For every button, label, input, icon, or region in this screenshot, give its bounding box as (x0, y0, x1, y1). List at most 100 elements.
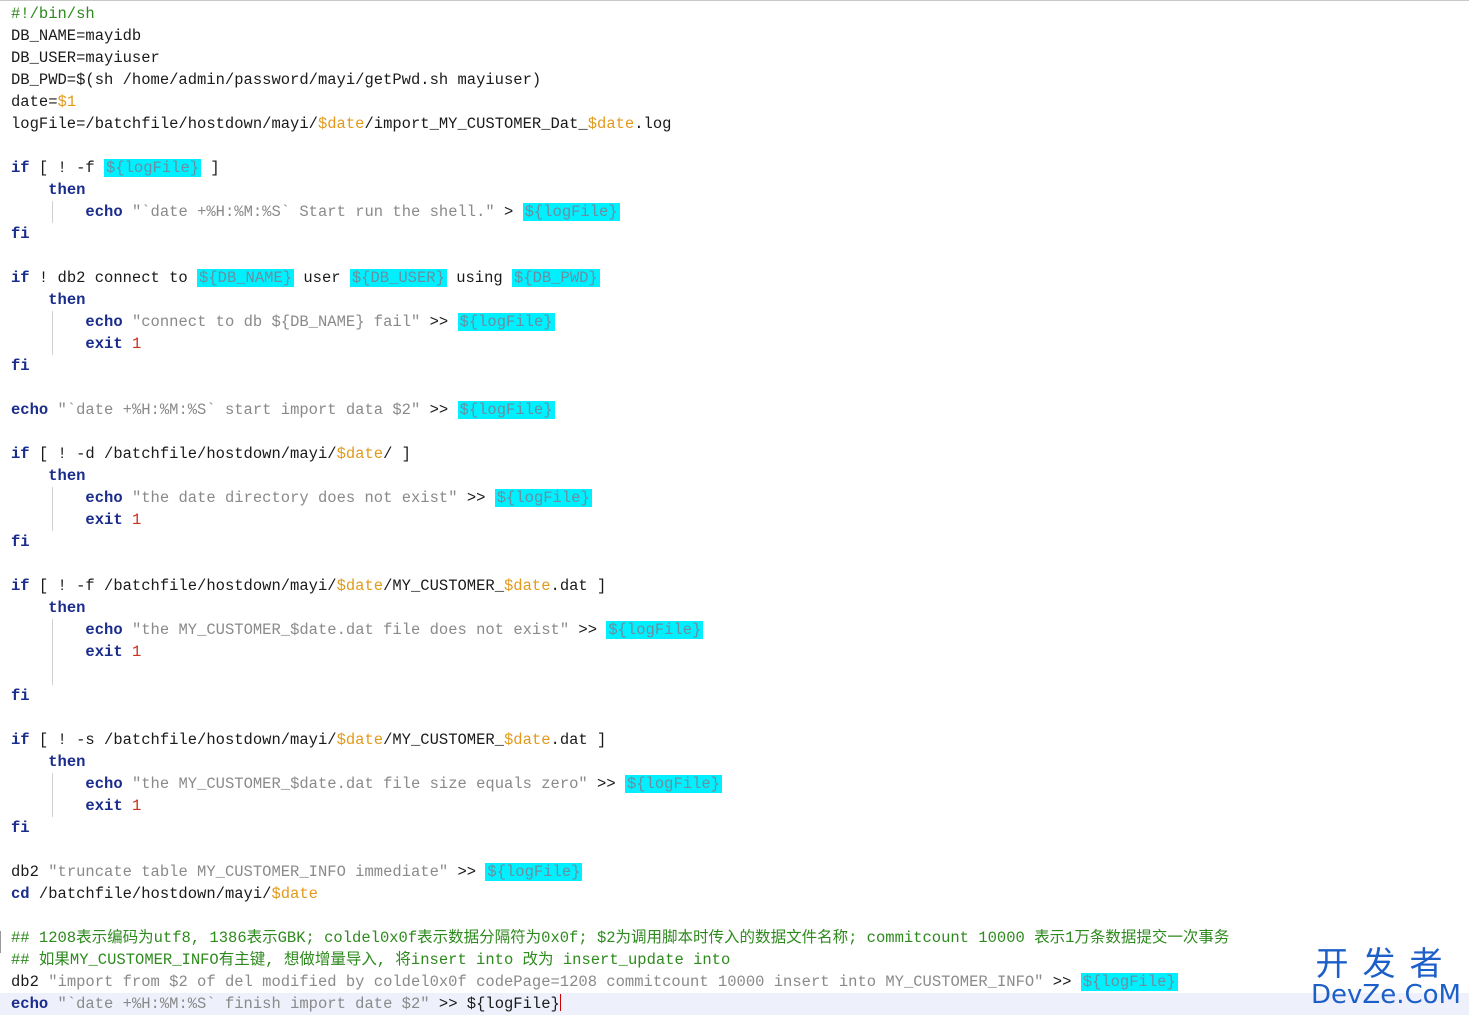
token-kw: then (48, 599, 86, 617)
code-line[interactable]: then (11, 465, 85, 487)
code-line[interactable]: fi (11, 685, 30, 707)
token-txt: DB_NAME=mayidb (11, 27, 142, 45)
code-line-content: exit 1 (11, 335, 141, 353)
fold-marker[interactable] (0, 931, 9, 953)
code-line[interactable]: exit 1 (11, 509, 141, 531)
token-txt: [ ! -d /batchfile/hostdown/mayi/ (29, 445, 337, 463)
code-line[interactable]: db2 "truncate table MY_CUSTOMER_INFO imm… (11, 861, 583, 883)
code-line-content: DB_PWD=$(sh /home/admin/password/mayi/ge… (11, 71, 541, 89)
token-txt: /MY_CUSTOMER_ (383, 577, 504, 595)
token-hl: ${DB_NAME} (197, 269, 295, 287)
token-kw: fi (11, 687, 30, 705)
token-txt: >> (587, 775, 625, 793)
code-line[interactable]: fi (11, 223, 30, 245)
token-cmt: ## 1208表示编码为utf8, 1386表示GBK; coldel0x0f表… (11, 929, 1230, 947)
token-kw: then (48, 753, 86, 771)
token-num: 1 (131, 511, 142, 529)
watermark-chinese: 开发者 (1315, 944, 1457, 983)
token-txt: / ] (383, 445, 411, 463)
token-txt: >> ${logFile} (429, 995, 560, 1013)
code-line[interactable]: DB_NAME=mayidb (11, 25, 141, 47)
token-kw: then (48, 291, 86, 309)
token-hl: ${logFile} (522, 203, 620, 221)
token-txt: [ ! -f /batchfile/hostdown/mayi/ (29, 577, 337, 595)
code-line-content: #!/bin/sh (11, 5, 95, 23)
code-line[interactable]: DB_PWD=$(sh /home/admin/password/mayi/ge… (11, 69, 541, 91)
token-str: "connect to db ${DB_NAME} fail" (131, 313, 421, 331)
code-line-content: then (11, 467, 85, 485)
token-kw: then (48, 181, 86, 199)
code-line-content: exit 1 (11, 797, 141, 815)
code-line[interactable]: logFile=/batchfile/hostdown/mayi/$date/i… (11, 113, 671, 135)
token-kw: if (11, 269, 30, 287)
code-line[interactable]: echo "connect to db ${DB_NAME} fail" >> … (11, 311, 555, 333)
code-line[interactable]: exit 1 (11, 641, 141, 663)
code-line[interactable]: if [ ! -f /batchfile/hostdown/mayi/$date… (11, 575, 606, 597)
token-kw: exit (85, 511, 123, 529)
watermark-latin: DevZe.CoM (1311, 980, 1461, 1010)
code-line[interactable]: if ! db2 connect to ${DB_NAME} user ${DB… (11, 267, 600, 289)
code-line[interactable]: echo "`date +%H:%M:%S` Start run the she… (11, 201, 620, 223)
code-line[interactable]: echo "the date directory does not exist"… (11, 487, 592, 509)
code-line[interactable]: DB_USER=mayiuser (11, 47, 160, 69)
code-line-current[interactable]: echo "`date +%H:%M:%S` finish import dat… (0, 993, 1469, 1015)
code-line-content: echo "the date directory does not exist"… (11, 489, 592, 507)
code-line[interactable]: fi (11, 355, 30, 377)
code-line[interactable]: fi (11, 531, 30, 553)
code-line[interactable]: fi (11, 817, 30, 839)
code-line[interactable]: if [ ! -f ${logFile} ] (11, 157, 220, 179)
code-line[interactable]: ## 如果MY_CUSTOMER_INFO有主键, 想做增量导入, 将inser… (11, 949, 730, 971)
code-line[interactable]: then (11, 289, 85, 311)
token-kw: fi (11, 225, 30, 243)
code-line[interactable]: then (11, 751, 85, 773)
code-line-content: echo "the MY_CUSTOMER_$date.dat file siz… (11, 775, 722, 793)
code-line[interactable]: then (11, 179, 85, 201)
token-hl: ${DB_PWD} (512, 269, 600, 287)
code-line[interactable]: date=$1 (11, 91, 76, 113)
code-line[interactable]: then (11, 597, 85, 619)
code-line[interactable]: exit 1 (11, 795, 141, 817)
token-txt: db2 (11, 863, 49, 881)
code-line[interactable]: db2 "import from $2 of del modified by c… (11, 971, 1178, 993)
token-str: "the MY_CUSTOMER_$date.dat file size equ… (131, 775, 588, 793)
code-line[interactable]: if [ ! -s /batchfile/hostdown/mayi/$date… (11, 729, 606, 751)
token-cmt: #!/bin/sh (11, 5, 95, 23)
code-line-content: exit 1 (11, 643, 141, 661)
code-line-content: fi (11, 533, 30, 551)
token-txt: .log (634, 115, 672, 133)
token-hl: ${logFile} (457, 313, 555, 331)
code-line[interactable]: if [ ! -d /batchfile/hostdown/mayi/$date… (11, 443, 411, 465)
code-line[interactable]: ## 1208表示编码为utf8, 1386表示GBK; coldel0x0f表… (11, 927, 1229, 949)
code-line-content: if ! db2 connect to ${DB_NAME} user ${DB… (11, 269, 600, 287)
token-str: "the date directory does not exist" (131, 489, 458, 507)
code-line-content: DB_NAME=mayidb (11, 27, 141, 45)
code-editor[interactable]: #!/bin/sh DB_NAME=mayidb DB_USER=mayiuser D… (0, 0, 1469, 1015)
code-line-content: db2 "import from $2 of del modified by c… (11, 973, 1178, 991)
code-line[interactable]: echo "the MY_CUSTOMER_$date.dat file siz… (11, 773, 722, 795)
code-line-content: if [ ! -s /batchfile/hostdown/mayi/$date… (11, 731, 606, 749)
code-line-content: db2 "truncate table MY_CUSTOMER_INFO imm… (11, 863, 583, 881)
code-line[interactable]: #!/bin/sh (11, 3, 95, 25)
code-line[interactable]: exit 1 (11, 333, 141, 355)
token-var: $1 (57, 93, 77, 111)
code-line[interactable]: echo "the MY_CUSTOMER_$date.dat file doe… (11, 619, 704, 641)
code-line-content: fi (11, 687, 30, 705)
code-line[interactable]: cd /batchfile/hostdown/mayi/$date (11, 883, 318, 905)
token-txt: [ ! -s /batchfile/hostdown/mayi/ (29, 731, 337, 749)
code-line[interactable]: echo "`date +%H:%M:%S` start import data… (11, 399, 555, 421)
code-line-content: if [ ! -f ${logFile} ] (11, 159, 220, 177)
token-hl: ${logFile} (104, 159, 202, 177)
token-txt: >> (420, 401, 458, 419)
token-str: "truncate table MY_CUSTOMER_INFO immedia… (48, 863, 449, 881)
code-line-content: fi (11, 357, 30, 375)
token-txt: > (494, 203, 523, 221)
token-var: $date (271, 885, 318, 903)
